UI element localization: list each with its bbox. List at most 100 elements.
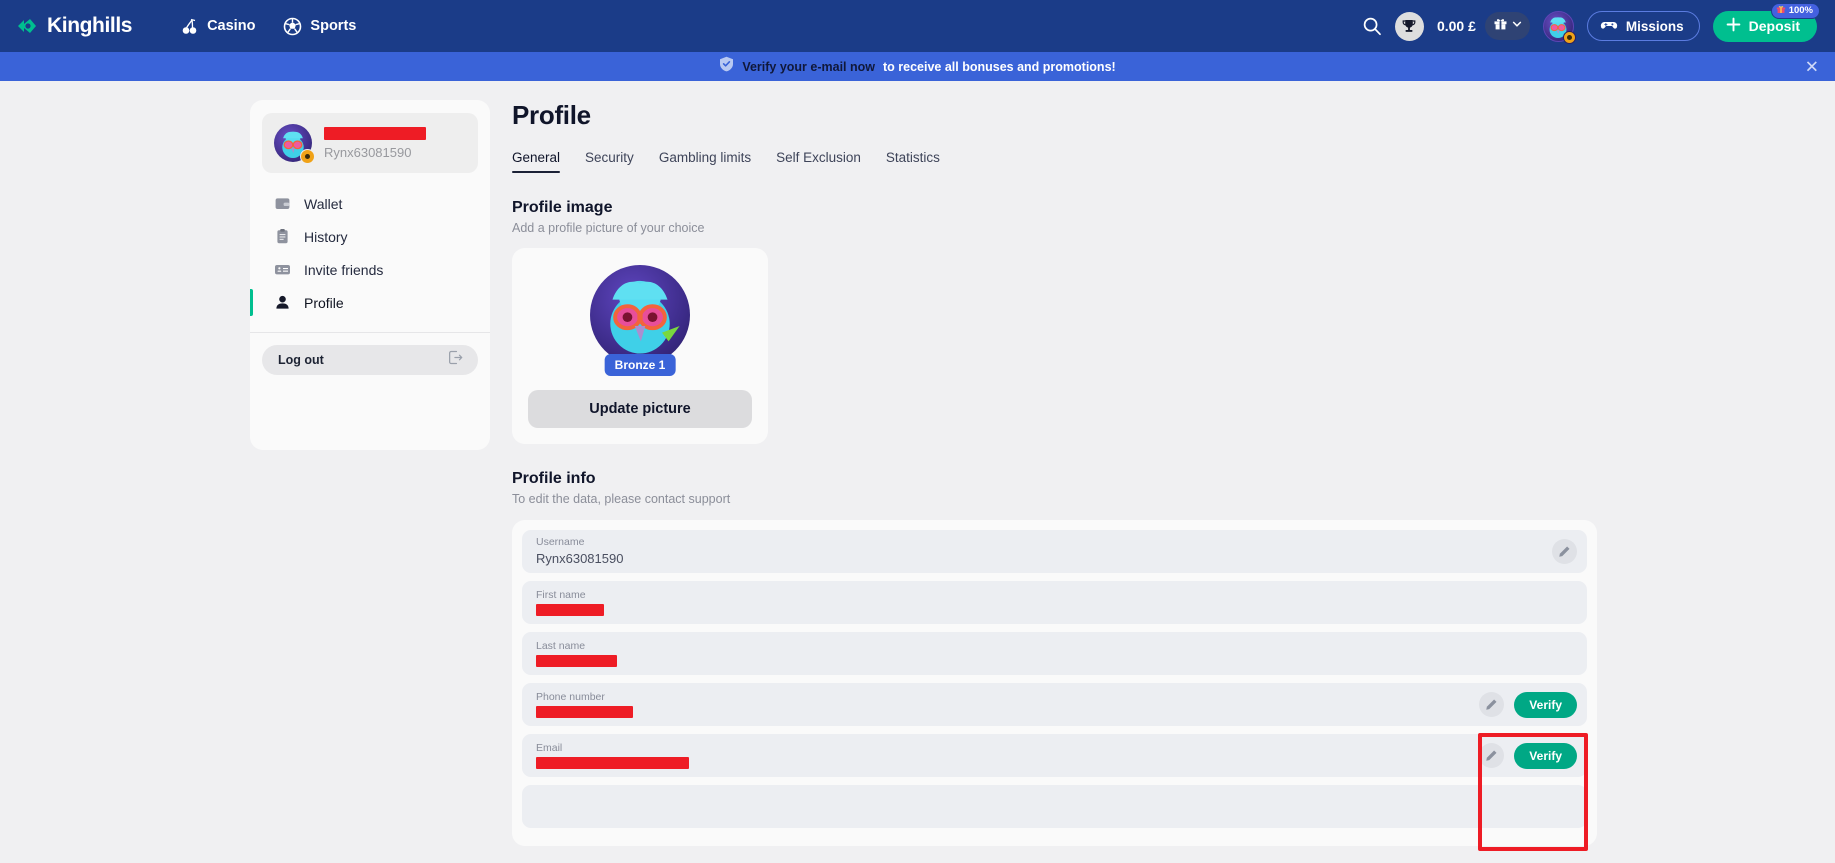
missions-button[interactable]: Missions <box>1586 11 1700 41</box>
nav-sports[interactable]: Sports <box>283 17 356 36</box>
tab-security[interactable]: Security <box>585 150 634 173</box>
logout-icon <box>447 349 464 371</box>
field-email: Email Verify <box>522 734 1587 777</box>
sidebar-item-wallet[interactable]: Wallet <box>262 187 478 220</box>
avatar: Bronze 1 <box>590 265 690 376</box>
field-username: Username Rynx63081590 <box>522 530 1587 573</box>
profile-image-card: Bronze 1 Update picture <box>512 248 768 444</box>
field-texts: Phone number <box>536 691 1479 718</box>
field-label: Phone number <box>536 691 605 704</box>
logout-label: Log out <box>278 353 324 367</box>
missions-label: Missions <box>1625 18 1684 34</box>
deposit-badge-text: 100% <box>1788 5 1813 16</box>
deposit-bonus-badge: 100% <box>1770 2 1820 19</box>
banner-strong-text[interactable]: Verify your e-mail now <box>742 60 875 74</box>
football-icon <box>283 17 302 36</box>
clipboard-icon <box>274 228 291 245</box>
field-last-name: Last name <box>522 632 1587 675</box>
brand-name: Kinghills <box>47 14 133 37</box>
sidebar-item-label: Wallet <box>304 195 343 212</box>
primary-nav: Casino Sports <box>180 17 356 36</box>
field-texts: First name <box>536 589 1577 616</box>
field-label: First name <box>536 589 586 602</box>
gift-dropdown[interactable] <box>1484 12 1530 40</box>
deposit-label: Deposit <box>1748 18 1800 34</box>
update-picture-button[interactable]: Update picture <box>528 390 752 428</box>
sidebar-profile-card[interactable]: Rynx63081590 <box>262 113 478 173</box>
banner-rest-text: to receive all bonuses and promotions! <box>883 59 1116 74</box>
field-value-redacted <box>536 705 633 718</box>
banner-content: Verify your e-mail now to receive all bo… <box>719 56 1116 77</box>
sidebar-item-profile[interactable]: Profile <box>250 286 478 319</box>
gamepad-icon <box>1600 16 1618 37</box>
field-phone-number: Phone number Verify <box>522 683 1587 726</box>
plus-icon <box>1725 16 1742 36</box>
field-value: Rynx63081590 <box>536 550 624 566</box>
sidebar-profile-texts: Rynx63081590 <box>324 126 426 160</box>
tab-gambling-limits[interactable]: Gambling limits <box>659 150 751 173</box>
app-header: Kinghills Casino Sports 0.00 £ Missions … <box>0 0 1835 52</box>
sidebar-item-invite-friends[interactable]: Invite friends <box>262 253 478 286</box>
profile-image-subtext: Add a profile picture of your choice <box>512 221 705 235</box>
page-body: Rynx63081590 Wallet History Invite frien… <box>0 81 1835 863</box>
person-icon <box>274 294 291 311</box>
brand-logo[interactable]: Kinghills <box>16 14 132 38</box>
rank-badge-icon <box>1562 30 1576 44</box>
close-icon[interactable]: ✕ <box>1805 58 1819 75</box>
field-texts: Username Rynx63081590 <box>536 536 1552 567</box>
field-next-partial <box>522 785 1587 828</box>
header-actions: 0.00 £ Missions Deposit 100% <box>1362 2 1820 44</box>
field-label: Username <box>536 536 585 549</box>
field-value-redacted <box>536 756 689 769</box>
balance-area[interactable]: 0.00 £ <box>1437 12 1530 40</box>
field-label: Last name <box>536 640 586 653</box>
sidebar-divider <box>250 332 490 333</box>
id-card-icon <box>274 261 291 278</box>
pencil-icon[interactable] <box>1552 539 1577 564</box>
shield-check-icon <box>719 56 734 77</box>
tab-general[interactable]: General <box>512 150 561 173</box>
rank-badge-icon <box>300 149 315 164</box>
cherries-icon <box>180 17 199 36</box>
rank-badge: Bronze 1 <box>604 354 676 376</box>
chevron-down-icon <box>1511 17 1523 35</box>
verify-phone-button[interactable]: Verify <box>1514 691 1577 718</box>
field-texts: Email <box>536 742 1479 769</box>
verify-email-banner: Verify your e-mail now to receive all bo… <box>0 52 1835 81</box>
gift-icon <box>1493 16 1508 36</box>
pencil-icon[interactable] <box>1479 743 1505 768</box>
profile-tabs: General Security Gambling limits Self Ex… <box>512 150 1597 173</box>
pencil-icon[interactable] <box>1479 692 1505 717</box>
avatar <box>274 124 315 164</box>
field-value-redacted <box>536 654 617 667</box>
deposit-button[interactable]: Deposit 100% <box>1712 2 1820 42</box>
display-name-redacted <box>324 126 426 140</box>
sidebar-item-label: Profile <box>304 294 344 311</box>
logout-button[interactable]: Log out <box>262 345 478 375</box>
tab-self-exclusion[interactable]: Self Exclusion <box>776 150 861 173</box>
wallet-icon <box>274 195 291 212</box>
field-texts: Last name <box>536 640 1577 667</box>
profile-info-subtext: To edit the data, please contact support <box>512 492 731 506</box>
sidebar: Rynx63081590 Wallet History Invite frien… <box>250 100 490 450</box>
tab-statistics[interactable]: Statistics <box>886 150 940 173</box>
main-content: Profile General Security Gambling limits… <box>512 100 1835 863</box>
sidebar-item-label: Invite friends <box>304 261 384 278</box>
kinghills-logo-icon <box>16 15 42 37</box>
profile-image-heading: Profile image <box>512 199 613 216</box>
verify-email-button[interactable]: Verify <box>1514 742 1577 769</box>
nav-casino-label: Casino <box>207 18 256 34</box>
field-label: Email <box>536 742 563 755</box>
nav-casino[interactable]: Casino <box>180 17 255 36</box>
gift-box-icon <box>1776 4 1786 17</box>
nav-sports-label: Sports <box>310 18 357 34</box>
search-icon[interactable] <box>1362 16 1382 36</box>
sidebar-item-history[interactable]: History <box>262 220 478 253</box>
trophy-icon[interactable] <box>1394 11 1424 41</box>
sidebar-username: Rynx63081590 <box>324 144 412 160</box>
bird-avatar-icon <box>610 280 680 354</box>
avatar[interactable] <box>1542 10 1576 44</box>
sidebar-nav: Wallet History Invite friends Profile <box>250 173 478 319</box>
sidebar-item-label: History <box>304 228 348 245</box>
field-value-redacted <box>536 603 604 616</box>
